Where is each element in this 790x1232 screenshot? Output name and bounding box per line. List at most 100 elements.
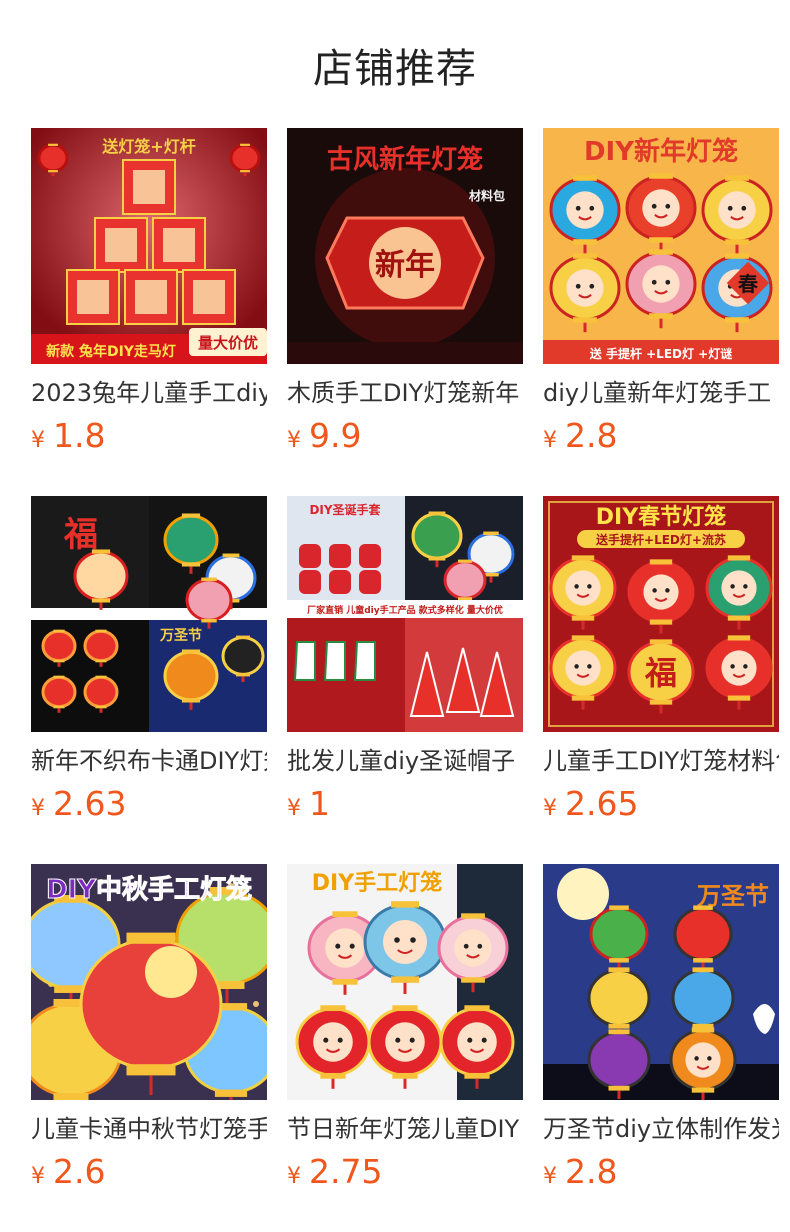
- product-price: ¥1: [287, 784, 330, 823]
- product-card[interactable]: DIY中秋手工灯笼儿童卡通中秋节灯笼手工 ¥2.6: [31, 864, 267, 1232]
- product-title[interactable]: 儿童卡通中秋节灯笼手工: [31, 1112, 267, 1146]
- currency-symbol: ¥: [31, 428, 45, 453]
- product-title[interactable]: 批发儿童diy圣诞帽子: [287, 744, 523, 778]
- product-title[interactable]: diy儿童新年灯笼手工: [543, 376, 779, 410]
- tag-center: 万圣节: [159, 627, 202, 644]
- cartoon-face: [642, 189, 680, 227]
- currency-symbol: ¥: [31, 1164, 45, 1189]
- product-image[interactable]: 古风新年灯笼 材料包 新年: [287, 128, 523, 364]
- banner-top: 福: [63, 515, 98, 555]
- price-amount: 2.8: [565, 1152, 618, 1191]
- banner-top: DIY圣诞手套: [309, 502, 381, 517]
- pig-face: [325, 928, 365, 968]
- mitten-craft: [299, 570, 321, 594]
- banner-top: 送灯笼+灯杆: [101, 137, 195, 156]
- tag-center: 福: [644, 654, 677, 692]
- product-card[interactable]: 送灯笼+灯杆新款 兔年DIY走马灯 量大价优 2023兔年儿童手工diy走马灯 ¥1.…: [31, 128, 267, 496]
- light-dot: [253, 1001, 259, 1007]
- pumpkin-face: [685, 1042, 721, 1078]
- animal-paper-lanterns-illustration: DIY手工灯笼: [287, 864, 523, 1100]
- product-price: ¥2.63: [31, 784, 126, 823]
- product-card[interactable]: 福万圣节新年不织布卡通DIY灯笼 ¥2.63: [31, 496, 267, 864]
- banner-top: DIY中秋手工灯笼: [46, 874, 252, 905]
- currency-symbol: ¥: [287, 796, 301, 821]
- christmas-crafts-illustration: DIY圣诞手套厂家直销 儿童diy手工产品 款式多样化 量大价优: [287, 496, 523, 732]
- cartoon-face: [642, 265, 680, 303]
- product-title[interactable]: 万圣节diy立体制作发光灯笼: [543, 1112, 779, 1146]
- mitten-craft: [329, 570, 351, 594]
- banner-bottom: 送 手提杆 +LED灯 +灯谜: [589, 346, 733, 361]
- shop-recommend-page: 店铺推荐 送灯笼+灯杆新款 兔年DIY走马灯 量大价优 2023兔年儿童手工diy走…: [0, 0, 790, 1232]
- product-card[interactable]: 古风新年灯笼 材料包 新年木质手工DIY灯笼新年 ¥9.9: [287, 128, 523, 496]
- product-card[interactable]: 万圣节万圣节diy立体制作发光灯笼 ¥2.8: [543, 864, 779, 1232]
- product-image[interactable]: DIY春节灯笼送手提杆+LED灯+流苏福: [543, 496, 779, 732]
- banner-top: DIY新年灯笼: [584, 136, 738, 167]
- mitten-craft: [359, 570, 381, 594]
- banner-sub: 送手提杆+LED灯+流苏: [595, 532, 726, 547]
- cartoon-face: [643, 574, 679, 610]
- product-image[interactable]: DIY中秋手工灯笼: [31, 864, 267, 1100]
- price-amount: 1: [309, 784, 330, 823]
- product-image[interactable]: 福万圣节: [31, 496, 267, 732]
- product-card[interactable]: DIY新年灯笼春送 手提杆 +LED灯 +灯谜 diy儿童新年灯笼手工 ¥2.8: [543, 128, 779, 496]
- currency-symbol: ¥: [287, 1164, 301, 1189]
- product-title[interactable]: 节日新年灯笼儿童DIY: [287, 1112, 523, 1146]
- cartoon-face: [385, 1022, 425, 1062]
- moon-icon: [557, 868, 609, 920]
- stocking-craft: [293, 641, 316, 681]
- banner-bottom: 新款 兔年DIY走马灯: [46, 343, 176, 360]
- product-title[interactable]: 儿童手工DIY灯笼材料包: [543, 744, 779, 778]
- banner-top: DIY春节灯笼: [596, 504, 726, 530]
- center-label: 新年: [375, 248, 435, 283]
- product-image[interactable]: DIY手工灯笼: [287, 864, 523, 1100]
- product-card[interactable]: DIY圣诞手套厂家直销 儿童diy手工产品 款式多样化 量大价优批发儿童diy圣…: [287, 496, 523, 864]
- stocking-craft: [323, 641, 346, 681]
- price-amount: 2.63: [53, 784, 127, 823]
- product-price: ¥2.8: [543, 1152, 617, 1191]
- halloween-lanterns-illustration: 万圣节: [543, 864, 779, 1100]
- product-price: ¥2.8: [543, 416, 617, 455]
- product-card[interactable]: DIY春节灯笼 送手提杆+LED灯+流苏福儿童手工DIY灯笼材料包 ¥2.65: [543, 496, 779, 864]
- product-image[interactable]: 万圣节: [543, 864, 779, 1100]
- section-title: 店铺推荐: [313, 46, 477, 92]
- currency-symbol: ¥: [543, 1164, 557, 1189]
- product-card[interactable]: DIY手工灯笼节日新年灯笼儿童DIY ¥2.75: [287, 864, 523, 1232]
- hexagon-lantern-stack-illustration: 送灯笼+灯杆新款 兔年DIY走马灯 量大价优: [31, 128, 267, 364]
- cartoon-face: [566, 269, 604, 307]
- price-amount: 9.9: [309, 416, 362, 455]
- cartoon-face: [565, 570, 601, 606]
- product-image[interactable]: DIY圣诞手套厂家直销 儿童diy手工产品 款式多样化 量大价优: [287, 496, 523, 732]
- product-title[interactable]: 木质手工DIY灯笼新年: [287, 376, 523, 410]
- cartoon-face: [721, 570, 757, 606]
- rabbit-face: [454, 929, 492, 967]
- product-price: ¥2.6: [31, 1152, 105, 1191]
- badge: 量大价优: [198, 334, 258, 352]
- product-price: ¥2.75: [287, 1152, 382, 1191]
- cartoon-face: [565, 650, 601, 686]
- cartoon-face: [718, 191, 756, 229]
- product-image[interactable]: 送灯笼+灯杆新款 兔年DIY走马灯 量大价优: [31, 128, 267, 364]
- stocking-craft: [353, 641, 376, 681]
- mitten-craft: [299, 544, 321, 568]
- product-image[interactable]: DIY新年灯笼春送 手提杆 +LED灯 +灯谜: [543, 128, 779, 364]
- price-amount: 2.6: [53, 1152, 106, 1191]
- product-price: ¥9.9: [287, 416, 361, 455]
- price-amount: 2.8: [565, 416, 618, 455]
- mouse-face: [383, 920, 427, 964]
- cartoon-lanterns-illustration: DIY新年灯笼春送 手提杆 +LED灯 +灯谜: [543, 128, 779, 364]
- mid-autumn-paper-lanterns-illustration: DIY中秋手工灯笼: [31, 864, 267, 1100]
- moon-icon: [145, 946, 197, 998]
- strip-text: 厂家直销 儿童diy手工产品 款式多样化 量大价优: [307, 604, 503, 616]
- product-title[interactable]: 新年不织布卡通DIY灯笼: [31, 744, 267, 778]
- mitten-craft: [359, 544, 381, 568]
- currency-symbol: ¥: [543, 428, 557, 453]
- banner-top: DIY手工灯笼: [312, 870, 442, 896]
- mitten-craft: [329, 544, 351, 568]
- currency-symbol: ¥: [543, 796, 557, 821]
- tag-center: 春: [737, 272, 759, 296]
- product-title[interactable]: 2023兔年儿童手工diy走马灯: [31, 376, 267, 410]
- currency-symbol: ¥: [287, 428, 301, 453]
- currency-symbol: ¥: [31, 796, 45, 821]
- cartoon-face: [313, 1022, 353, 1062]
- banner-top: 古风新年灯笼: [327, 144, 483, 175]
